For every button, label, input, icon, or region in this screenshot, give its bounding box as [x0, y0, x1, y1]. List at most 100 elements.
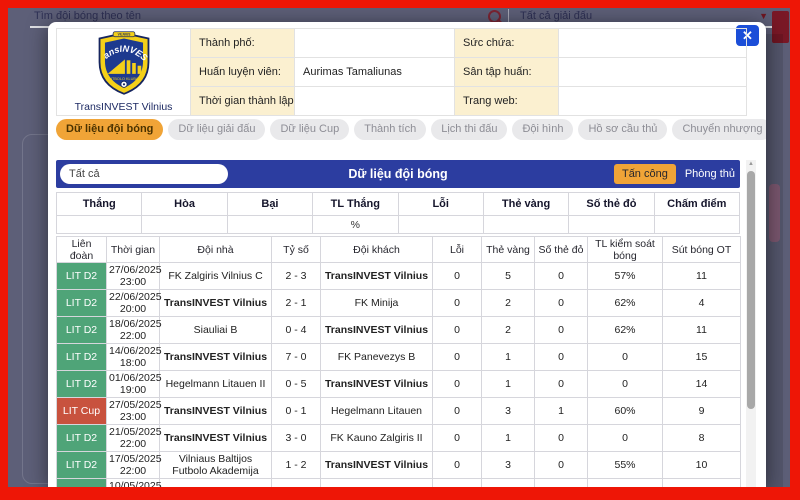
datetime-cell: 17/05/202522:00 — [107, 452, 160, 479]
match-time: 22:00 — [109, 438, 157, 450]
score-cell: 2 - 0 — [272, 479, 321, 488]
league-badge: LIT D2 — [57, 479, 106, 487]
info-label: Trang web: — [455, 87, 559, 116]
away-team-cell: FK Kauno Zalgiris II — [321, 425, 433, 452]
stats-header: Lỗi — [398, 193, 483, 216]
red-cards-cell: 0 — [535, 479, 588, 488]
page-scrollbar-track[interactable] — [766, 34, 783, 487]
league-badge: LIT D2 — [57, 317, 106, 343]
league-cell: LIT D2 — [57, 479, 107, 488]
match-time: 23:00 — [109, 411, 157, 423]
league-cell: LIT D2 — [57, 317, 107, 344]
tab-0[interactable]: Dữ liệu đội bóng — [56, 119, 163, 140]
away-team-cell: FK Minija — [321, 290, 433, 317]
dimmed-background: Tìm đội bóng theo tên Tất cả giải đấu ▼ … — [8, 8, 790, 487]
red-cards-cell: 1 — [535, 398, 588, 425]
tab-3[interactable]: Thành tích — [354, 119, 426, 140]
home-team-cell: TransINVEST Vilnius — [160, 344, 272, 371]
fouls-cell: 0 — [433, 263, 482, 290]
modal-scrollbar-track[interactable]: ▲ — [746, 160, 756, 487]
match-column-header: Thẻ vàng — [482, 237, 535, 263]
fouls-cell: 0 — [433, 371, 482, 398]
home-team-cell: TransINVEST Vilnius — [160, 398, 272, 425]
red-cards-cell: 0 — [535, 425, 588, 452]
table-row[interactable]: LIT D222/06/202520:00TransINVEST Vilnius… — [57, 290, 741, 317]
yellow-cards-cell: 2 — [482, 290, 535, 317]
fouls-cell: 0 — [433, 479, 482, 488]
tab-5[interactable]: Đội hình — [512, 119, 573, 140]
stats-header: Thẻ vàng — [483, 193, 568, 216]
modal-tab-bar: Dữ liệu đội bóngDữ liệu giải đấuDữ liệu … — [56, 119, 766, 140]
home-team-cell: TransINVEST Vilnius — [160, 425, 272, 452]
table-row[interactable]: LIT D217/05/202522:00Vilniaus Baltijos F… — [57, 452, 741, 479]
logo-city-banner: VILNIUS — [117, 33, 131, 37]
table-row[interactable]: LIT D227/06/202523:00FK Zalgiris Vilnius… — [57, 263, 741, 290]
table-row[interactable]: LIT Cup27/05/202523:00TransINVEST Vilniu… — [57, 398, 741, 425]
league-cell: LIT D2 — [57, 290, 107, 317]
tab-4[interactable]: Lịch thi đấu — [431, 119, 507, 140]
match-time: 22:00 — [109, 465, 157, 477]
possession-cell: 60% — [588, 398, 663, 425]
match-date: 10/05/2025 — [109, 480, 157, 487]
tab-2[interactable]: Dữ liệu Cup — [270, 119, 349, 140]
yellow-cards-cell: 2 — [482, 317, 535, 344]
league-badge: LIT D2 — [57, 263, 106, 289]
team-info-grid: TransINVEST FUTBOLO KLUBAS VILNIUS Trans… — [56, 28, 747, 116]
fouls-cell: 0 — [433, 452, 482, 479]
match-time: 18:00 — [109, 357, 157, 369]
all-filter-input[interactable]: Tất cả — [60, 164, 228, 184]
tab-6[interactable]: Hồ sơ cầu thủ — [578, 119, 667, 140]
fouls-cell: 0 — [433, 317, 482, 344]
match-date: 21/05/2025 — [109, 426, 157, 438]
home-team-cell: TransINVEST Vilnius — [160, 479, 272, 488]
info-value — [559, 29, 747, 58]
info-value: Aurimas Tamaliunas — [295, 58, 455, 87]
away-team-cell: TransINVEST Vilnius — [321, 317, 433, 344]
summary-stats-table: ThắngHòaBạiTL ThắngLỗiThẻ vàngSố thẻ đỏC… — [56, 192, 740, 234]
table-row[interactable]: LIT D218/06/202522:00Siauliai B0 - 4Tran… — [57, 317, 741, 344]
stats-header: TL Thắng — [313, 193, 398, 216]
home-team-cell: Vilniaus Baltijos Futbolo Akademija — [160, 452, 272, 479]
scroll-up-icon[interactable]: ▲ — [746, 161, 756, 167]
score-cell: 7 - 0 — [272, 344, 321, 371]
team-search-input[interactable]: Tìm đội bóng theo tên — [34, 10, 141, 22]
league-badge: LIT D2 — [57, 371, 106, 397]
match-column-header: Thời gian — [107, 237, 160, 263]
tab-7[interactable]: Chuyển nhượng — [672, 119, 766, 140]
shots-ot-cell: 11 — [663, 263, 741, 290]
table-row[interactable]: LIT D214/06/202518:00TransINVEST Vilnius… — [57, 344, 741, 371]
league-filter-dropdown[interactable]: Tất cả giải đấu — [520, 10, 592, 22]
logo-subtext: FUTBOLO KLUBAS — [107, 77, 141, 81]
stats-value — [227, 216, 312, 234]
datetime-cell: 01/06/202519:00 — [107, 371, 160, 398]
league-cell: LIT Cup — [57, 398, 107, 425]
table-row[interactable]: LIT D210/05/202518:00TransINVEST Vilnius… — [57, 479, 741, 488]
defense-button[interactable]: Phòng thủ — [685, 168, 735, 180]
stats-value — [569, 216, 654, 234]
table-row[interactable]: LIT D221/05/202522:00TransINVEST Vilnius… — [57, 425, 741, 452]
red-cards-cell: 0 — [535, 371, 588, 398]
match-time: 20:00 — [109, 303, 157, 315]
page-scrollbar-thumb[interactable] — [769, 184, 780, 242]
match-date: 17/05/2025 — [109, 453, 157, 465]
red-cards-cell: 0 — [535, 344, 588, 371]
stats-value — [398, 216, 483, 234]
league-badge: LIT D2 — [57, 452, 106, 478]
info-value — [295, 87, 455, 116]
datetime-cell: 22/06/202520:00 — [107, 290, 160, 317]
attack-button[interactable]: Tấn công — [614, 164, 676, 184]
away-team-cell: Ekranas Panevezys — [321, 479, 433, 488]
home-team-cell: FK Zalgiris Vilnius C — [160, 263, 272, 290]
tab-1[interactable]: Dữ liệu giải đấu — [168, 119, 265, 140]
datetime-cell: 10/05/202518:00 — [107, 479, 160, 488]
modal-scrollbar-thumb[interactable] — [747, 171, 755, 409]
table-row[interactable]: LIT D201/06/202519:00Hegelmann Litauen I… — [57, 371, 741, 398]
stats-header: Thắng — [57, 193, 142, 216]
shots-ot-cell: 8 — [663, 425, 741, 452]
yellow-cards-cell: 3 — [482, 398, 535, 425]
possession-cell: 62% — [588, 290, 663, 317]
shots-ot-cell: 11 — [663, 317, 741, 344]
score-cell: 2 - 3 — [272, 263, 321, 290]
score-cell: 3 - 0 — [272, 425, 321, 452]
league-badge: LIT D2 — [57, 425, 106, 451]
